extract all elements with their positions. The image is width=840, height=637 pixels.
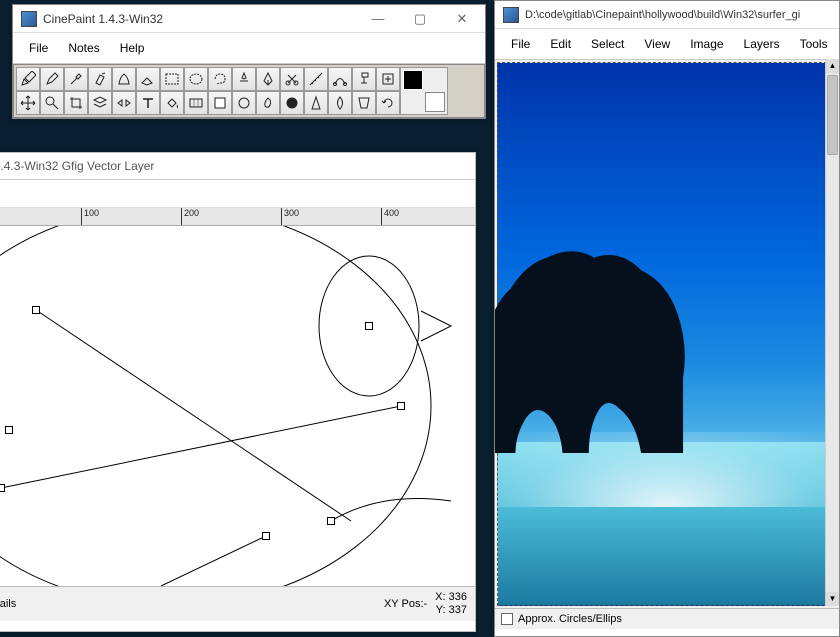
vector-node[interactable] <box>365 322 373 330</box>
heal-tool[interactable] <box>376 67 400 91</box>
pos-y-value: 337 <box>449 604 467 616</box>
vector-node[interactable] <box>397 402 405 410</box>
vector-layer-window: aint 1.4.3-Win32 Gfig Vector Layer . 100… <box>0 152 476 632</box>
approx-label: Approx. Circles/Ellips <box>518 613 622 625</box>
color-swatch[interactable] <box>400 67 448 115</box>
scroll-handle[interactable] <box>827 75 838 155</box>
image-titlebar[interactable]: D:\code\gitlab\Cinepaint\hollywood\build… <box>495 1 839 29</box>
foreground-color[interactable] <box>403 70 423 90</box>
menu-tools[interactable]: Tools <box>790 33 838 55</box>
close-button[interactable]: ✕ <box>441 6 483 32</box>
vector-node[interactable] <box>5 426 13 434</box>
scroll-up-button[interactable]: ▲ <box>826 59 839 73</box>
app-icon <box>503 7 519 23</box>
ink-tool[interactable] <box>112 67 136 91</box>
toolbox-window: CinePaint 1.4.3-Win32 — ▢ ✕ File Notes H… <box>12 4 486 119</box>
image-footer: Approx. Circles/Ellips <box>495 608 839 629</box>
perspective-tool[interactable] <box>352 91 376 115</box>
vector-node[interactable] <box>327 517 335 525</box>
app-icon <box>21 11 37 27</box>
vector-title: aint 1.4.3-Win32 Gfig Vector Layer <box>0 153 475 180</box>
toolbox-titlebar[interactable]: CinePaint 1.4.3-Win32 — ▢ ✕ <box>13 5 485 33</box>
maximize-button[interactable]: ▢ <box>399 6 441 32</box>
menu-layers[interactable]: Layers <box>734 33 790 55</box>
background-color[interactable] <box>425 92 445 112</box>
menu-file[interactable]: File <box>19 37 58 59</box>
layers-tool[interactable] <box>88 91 112 115</box>
lasso-tool[interactable] <box>208 67 232 91</box>
tool-palette <box>13 64 485 118</box>
image-title: D:\code\gitlab\Cinepaint\hollywood\build… <box>525 9 837 21</box>
toolbox-title: CinePaint 1.4.3-Win32 <box>43 12 357 26</box>
path-tool[interactable] <box>328 67 352 91</box>
vector-node[interactable] <box>32 306 40 314</box>
gradient-tool[interactable] <box>184 91 208 115</box>
horizontal-ruler: . 100 200 300 400 <box>0 208 475 226</box>
rect-select-tool[interactable] <box>160 67 184 91</box>
burn-tool[interactable] <box>280 91 304 115</box>
scissors-tool[interactable] <box>280 67 304 91</box>
eyedropper-tool[interactable] <box>64 67 88 91</box>
rock-silhouette <box>495 226 694 454</box>
pencil-tool[interactable] <box>16 67 40 91</box>
zoom-tool[interactable] <box>40 91 64 115</box>
sharpen-tool[interactable] <box>304 91 328 115</box>
scroll-down-button[interactable]: ▼ <box>826 592 839 606</box>
vector-node[interactable] <box>262 532 270 540</box>
pen-tool[interactable] <box>256 67 280 91</box>
text-tool[interactable] <box>136 91 160 115</box>
menu-notes[interactable]: Notes <box>58 37 109 59</box>
airbrush-tool[interactable] <box>88 67 112 91</box>
vector-node[interactable] <box>0 484 5 492</box>
rotate-tool[interactable] <box>376 91 400 115</box>
flip-tool[interactable] <box>112 91 136 115</box>
blend-tool[interactable] <box>208 91 232 115</box>
vector-footer: bj Details XY Pos:- X: 336 Y: 337 <box>0 586 475 621</box>
menu-help[interactable]: Help <box>110 37 155 59</box>
measure-tool[interactable] <box>304 67 328 91</box>
pos-x-value: 336 <box>449 591 467 603</box>
menu-select[interactable]: Select <box>581 33 634 55</box>
approx-checkbox[interactable] <box>501 613 513 625</box>
image-menubar: File Edit Select View Image Layers Tools… <box>495 29 839 60</box>
crop-tool[interactable] <box>64 91 88 115</box>
smudge-tool[interactable] <box>256 91 280 115</box>
dodge-tool[interactable] <box>232 91 256 115</box>
ellipse-select-tool[interactable] <box>184 67 208 91</box>
toolbox-menubar: File Notes Help <box>13 33 485 64</box>
eraser-tool[interactable] <box>136 67 160 91</box>
vector-canvas[interactable] <box>0 226 475 586</box>
blur-tool[interactable] <box>328 91 352 115</box>
menu-image[interactable]: Image <box>680 33 733 55</box>
menu-file[interactable]: File <box>501 33 540 55</box>
fuzzy-select-tool[interactable] <box>232 67 256 91</box>
xy-pos-label: XY Pos:- <box>384 598 427 610</box>
bucket-tool[interactable] <box>160 91 184 115</box>
vertical-scrollbar[interactable]: ▲ ▼ <box>825 59 839 606</box>
move-tool[interactable] <box>16 91 40 115</box>
image-canvas[interactable] <box>497 62 837 606</box>
image-window: D:\code\gitlab\Cinepaint\hollywood\build… <box>494 0 840 637</box>
menu-edit[interactable]: Edit <box>540 33 581 55</box>
menu-view[interactable]: View <box>634 33 680 55</box>
brush-tool[interactable] <box>40 67 64 91</box>
obj-details-label: bj Details <box>0 598 16 610</box>
clone-tool[interactable] <box>352 67 376 91</box>
minimize-button[interactable]: — <box>357 6 399 32</box>
